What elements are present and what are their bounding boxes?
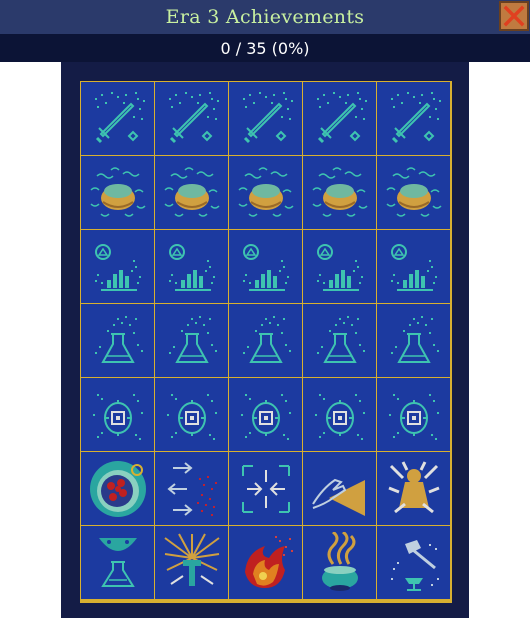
achievement-tile[interactable] xyxy=(303,156,376,229)
bar-chart-icon xyxy=(94,243,141,291)
hand-cone-icon xyxy=(311,478,365,516)
flask-sparkle-icon xyxy=(390,315,439,363)
achievement-tile[interactable] xyxy=(303,452,376,525)
golden-bowl-icon xyxy=(237,166,294,217)
achievement-tile[interactable] xyxy=(229,452,302,525)
achievement-tile[interactable] xyxy=(155,230,228,303)
achievement-tile[interactable] xyxy=(155,82,228,155)
close-button[interactable] xyxy=(499,1,529,31)
achievement-tile[interactable] xyxy=(229,526,302,599)
hammer-anvil-icon xyxy=(390,539,439,591)
achievement-tile[interactable] xyxy=(155,452,228,525)
golden-bowl-icon xyxy=(311,166,368,217)
bar-chart-icon xyxy=(242,243,289,291)
achievement-tile[interactable] xyxy=(155,304,228,377)
achievement-tile[interactable] xyxy=(303,304,376,377)
golden-bowl-icon xyxy=(163,166,220,217)
golden-sunburst-icon xyxy=(163,533,220,586)
achievement-tile[interactable] xyxy=(303,526,376,599)
achievement-tile[interactable] xyxy=(377,230,450,303)
golden-bowl-icon xyxy=(89,166,146,217)
achievement-tile[interactable] xyxy=(81,156,154,229)
golden-figure-icon xyxy=(387,460,440,513)
target-circle-icon xyxy=(240,393,291,440)
sword-sparkle-icon xyxy=(242,91,293,143)
sword-sparkle-icon xyxy=(390,91,441,143)
achievement-tile[interactable] xyxy=(155,378,228,451)
flask-sparkle-icon xyxy=(168,315,217,363)
achievement-tile[interactable] xyxy=(155,526,228,599)
achievements-panel xyxy=(61,62,469,618)
golden-bowl-icon xyxy=(385,166,442,217)
achievement-tile[interactable] xyxy=(377,526,450,599)
sword-sparkle-icon xyxy=(168,91,219,143)
bar-chart-icon xyxy=(168,243,215,291)
sword-sparkle-icon xyxy=(316,91,367,143)
target-circle-icon xyxy=(388,393,439,440)
close-icon xyxy=(503,5,525,27)
smiley-flask-icon xyxy=(98,537,137,587)
achievement-tile[interactable] xyxy=(81,452,154,525)
achievement-tile[interactable] xyxy=(377,82,450,155)
window-title: Era 3 Achievements xyxy=(165,6,365,28)
sword-sparkle-icon xyxy=(94,91,145,143)
red-orb-icon xyxy=(89,460,146,517)
achievement-tile[interactable] xyxy=(229,304,302,377)
achievement-tile[interactable] xyxy=(377,304,450,377)
achievement-tile[interactable] xyxy=(81,378,154,451)
achievement-tile[interactable] xyxy=(377,156,450,229)
achievement-grid xyxy=(80,81,452,603)
achievement-tile[interactable] xyxy=(303,82,376,155)
achievement-tile[interactable] xyxy=(229,82,302,155)
target-circle-icon xyxy=(92,393,143,440)
achievement-tile[interactable] xyxy=(81,304,154,377)
flask-sparkle-icon xyxy=(94,315,143,363)
achievement-tile[interactable] xyxy=(229,156,302,229)
target-circle-icon xyxy=(166,393,217,440)
smoking-cauldron-icon xyxy=(321,531,358,591)
flask-sparkle-icon xyxy=(242,315,291,363)
achievement-tile[interactable] xyxy=(303,230,376,303)
achievement-tile[interactable] xyxy=(377,452,450,525)
achievement-tile[interactable] xyxy=(81,82,154,155)
achievement-tile[interactable] xyxy=(229,378,302,451)
achievement-tile[interactable] xyxy=(81,526,154,599)
progress-text: 0 / 35 (0%) xyxy=(220,38,310,58)
bar-chart-icon xyxy=(390,243,437,291)
progress-bar: 0 / 35 (0%) xyxy=(0,34,530,62)
achievement-tile[interactable] xyxy=(81,230,154,303)
achievement-tile[interactable] xyxy=(155,156,228,229)
fireball-icon xyxy=(244,535,293,588)
flask-sparkle-icon xyxy=(316,315,365,363)
converge-arrows-icon xyxy=(241,464,290,513)
achievement-tile[interactable] xyxy=(303,378,376,451)
achievement-tile[interactable] xyxy=(377,378,450,451)
bar-chart-icon xyxy=(316,243,363,291)
title-bar: Era 3 Achievements xyxy=(0,0,530,34)
achievement-tile[interactable] xyxy=(229,230,302,303)
arrows-scatter-icon xyxy=(166,461,217,516)
target-circle-icon xyxy=(314,393,365,440)
